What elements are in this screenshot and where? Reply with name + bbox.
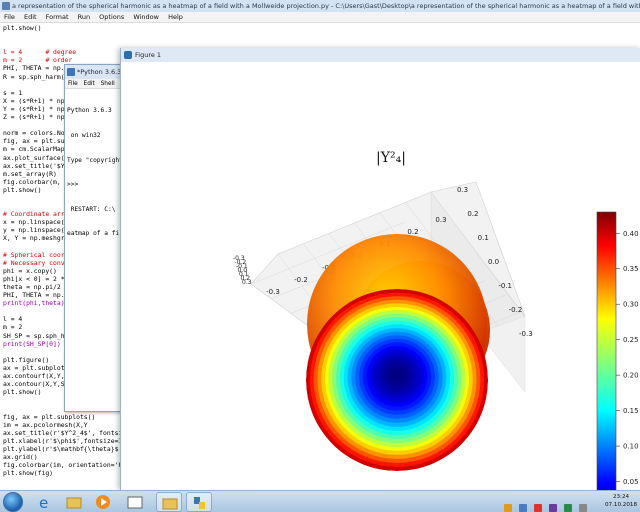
taskbar: e 23:24 07.10.2018 — [0, 490, 640, 512]
colorbar-tick-label: 0.05 — [623, 478, 639, 486]
axis-tick-label: 0.0 — [488, 258, 499, 266]
editor-menu-bar: File Edit Format Run Options Window Help — [0, 12, 640, 23]
axis-tick-label: 0.3 — [457, 186, 468, 194]
figure-canvas[interactable]: -0.3-0.2-0.10.00.10.20.3 0.3 0.2 0.1 0.0 -0.… — [121, 62, 640, 490]
editor-title-text: a representation of the spherical harmon… — [12, 2, 640, 10]
taskbar-window-icon[interactable] — [122, 492, 148, 512]
code-line: l = 4 # degree — [3, 48, 77, 57]
editor-title-bar[interactable]: a representation of the spherical harmon… — [0, 0, 640, 12]
taskbar-explorer-icon[interactable] — [61, 492, 87, 512]
taskbar-python-icon[interactable] — [186, 492, 212, 512]
plot-title: |Y²₄| — [376, 150, 406, 166]
axis-tick-label: 0.1 — [478, 234, 489, 242]
tray-icon[interactable] — [549, 504, 558, 512]
axis-tick-label: -0.2 — [509, 306, 523, 314]
colorbar-tick-label: 0.35 — [623, 265, 639, 273]
taskbar-folder-icon[interactable] — [156, 492, 182, 512]
menu-run[interactable]: Run — [78, 13, 90, 21]
shell-menu-file[interactable]: File — [68, 81, 78, 87]
axis-tick-label: -0.1 — [498, 282, 512, 290]
axis-tick-label: -0.3 — [519, 330, 533, 338]
colorbar — [596, 211, 617, 490]
clock-date: 07.10.2018 — [605, 501, 638, 508]
shell-menu-shell[interactable]: Shell — [101, 81, 115, 87]
clock-time: 23:24 — [612, 494, 630, 500]
tray-icon[interactable] — [534, 504, 543, 512]
figure-title-text: Figure 1 — [135, 51, 162, 59]
code-line: fig.colorbar(im, orientation='horizontal… — [3, 461, 133, 470]
code-line: ax.grid() — [3, 452, 38, 461]
menu-help[interactable]: Help — [168, 13, 183, 21]
taskbar-ie-icon[interactable]: e — [32, 492, 58, 512]
python-icon — [67, 68, 75, 76]
code-line: plt.xlabel(r'$\phi$',fontsize=15) — [3, 436, 130, 445]
figure-window[interactable]: Figure 1 -0.3 -0.2 0.2 0.3 0.3 0.2 0.1 0… — [120, 48, 640, 490]
taskbar-clock[interactable]: 23:24 07.10.2018 — [605, 494, 637, 509]
svg-text:e: e — [39, 494, 48, 512]
axis-tick-label: 0.2 — [467, 210, 478, 218]
colorbar-tick-label: 0.25 — [623, 336, 639, 344]
taskbar-media-icon[interactable] — [90, 492, 116, 512]
plot-3d[interactable]: -0.3-0.2-0.10.00.10.20.3 0.3 0.2 0.1 0.0 -0.… — [121, 62, 640, 490]
tray-icon[interactable] — [564, 504, 573, 512]
menu-window[interactable]: Window — [133, 13, 159, 21]
idle-file-icon — [2, 2, 10, 10]
colorbar-tick-label: 0.40 — [623, 230, 639, 238]
start-button[interactable] — [3, 492, 23, 512]
colorbar-tick-label: 0.15 — [623, 407, 639, 415]
tray-icon[interactable] — [519, 504, 528, 512]
colorbar-tick-label: 0.30 — [623, 301, 639, 309]
code-line: im = ax.pcolormesh(X,Y — [3, 420, 88, 429]
axis-tick-label: -0.3 — [266, 288, 280, 296]
menu-format[interactable]: Format — [46, 13, 69, 21]
code-line: fig, ax = plt.subplots() — [3, 412, 96, 421]
tray-icon[interactable] — [579, 504, 588, 512]
matplotlib-icon — [124, 51, 132, 59]
code-line: plt.ylabel(r'$\mathbf{\theta}$',fontsize… — [3, 444, 133, 453]
figure-title-bar[interactable]: Figure 1 — [121, 48, 640, 62]
sphere-ring — [393, 370, 401, 379]
menu-file[interactable]: File — [4, 13, 15, 21]
colorbar-ticks: 0.000.050.100.150.200.250.300.350.40 — [616, 230, 639, 486]
menu-edit[interactable]: Edit — [24, 13, 37, 21]
axis-tick-label: 0.2 — [407, 228, 418, 236]
axis-tick-label: -0.2 — [294, 276, 308, 284]
shell-menu-edit[interactable]: Edit — [84, 81, 95, 87]
tray-icon[interactable] — [504, 504, 512, 512]
axis-tick-label: 0.3 — [242, 279, 252, 286]
axis-ticks-left: -0.3-0.2-0.10.00.10.20.3 — [233, 255, 252, 286]
axis-tick-label: 0.3 — [435, 216, 446, 224]
menu-options[interactable]: Options — [99, 13, 124, 21]
colorbar-tick-label: 0.20 — [623, 372, 639, 380]
code-line: ax.set_title(r'$Y^2_4$', fontsize=15) — [3, 428, 133, 437]
system-tray — [504, 497, 604, 512]
sphere-front-rings — [306, 289, 488, 471]
code-line: plt.show() — [3, 24, 42, 32]
colorbar-tick-label: 0.10 — [623, 443, 639, 451]
code-line: plt.show(fig) — [3, 469, 54, 478]
